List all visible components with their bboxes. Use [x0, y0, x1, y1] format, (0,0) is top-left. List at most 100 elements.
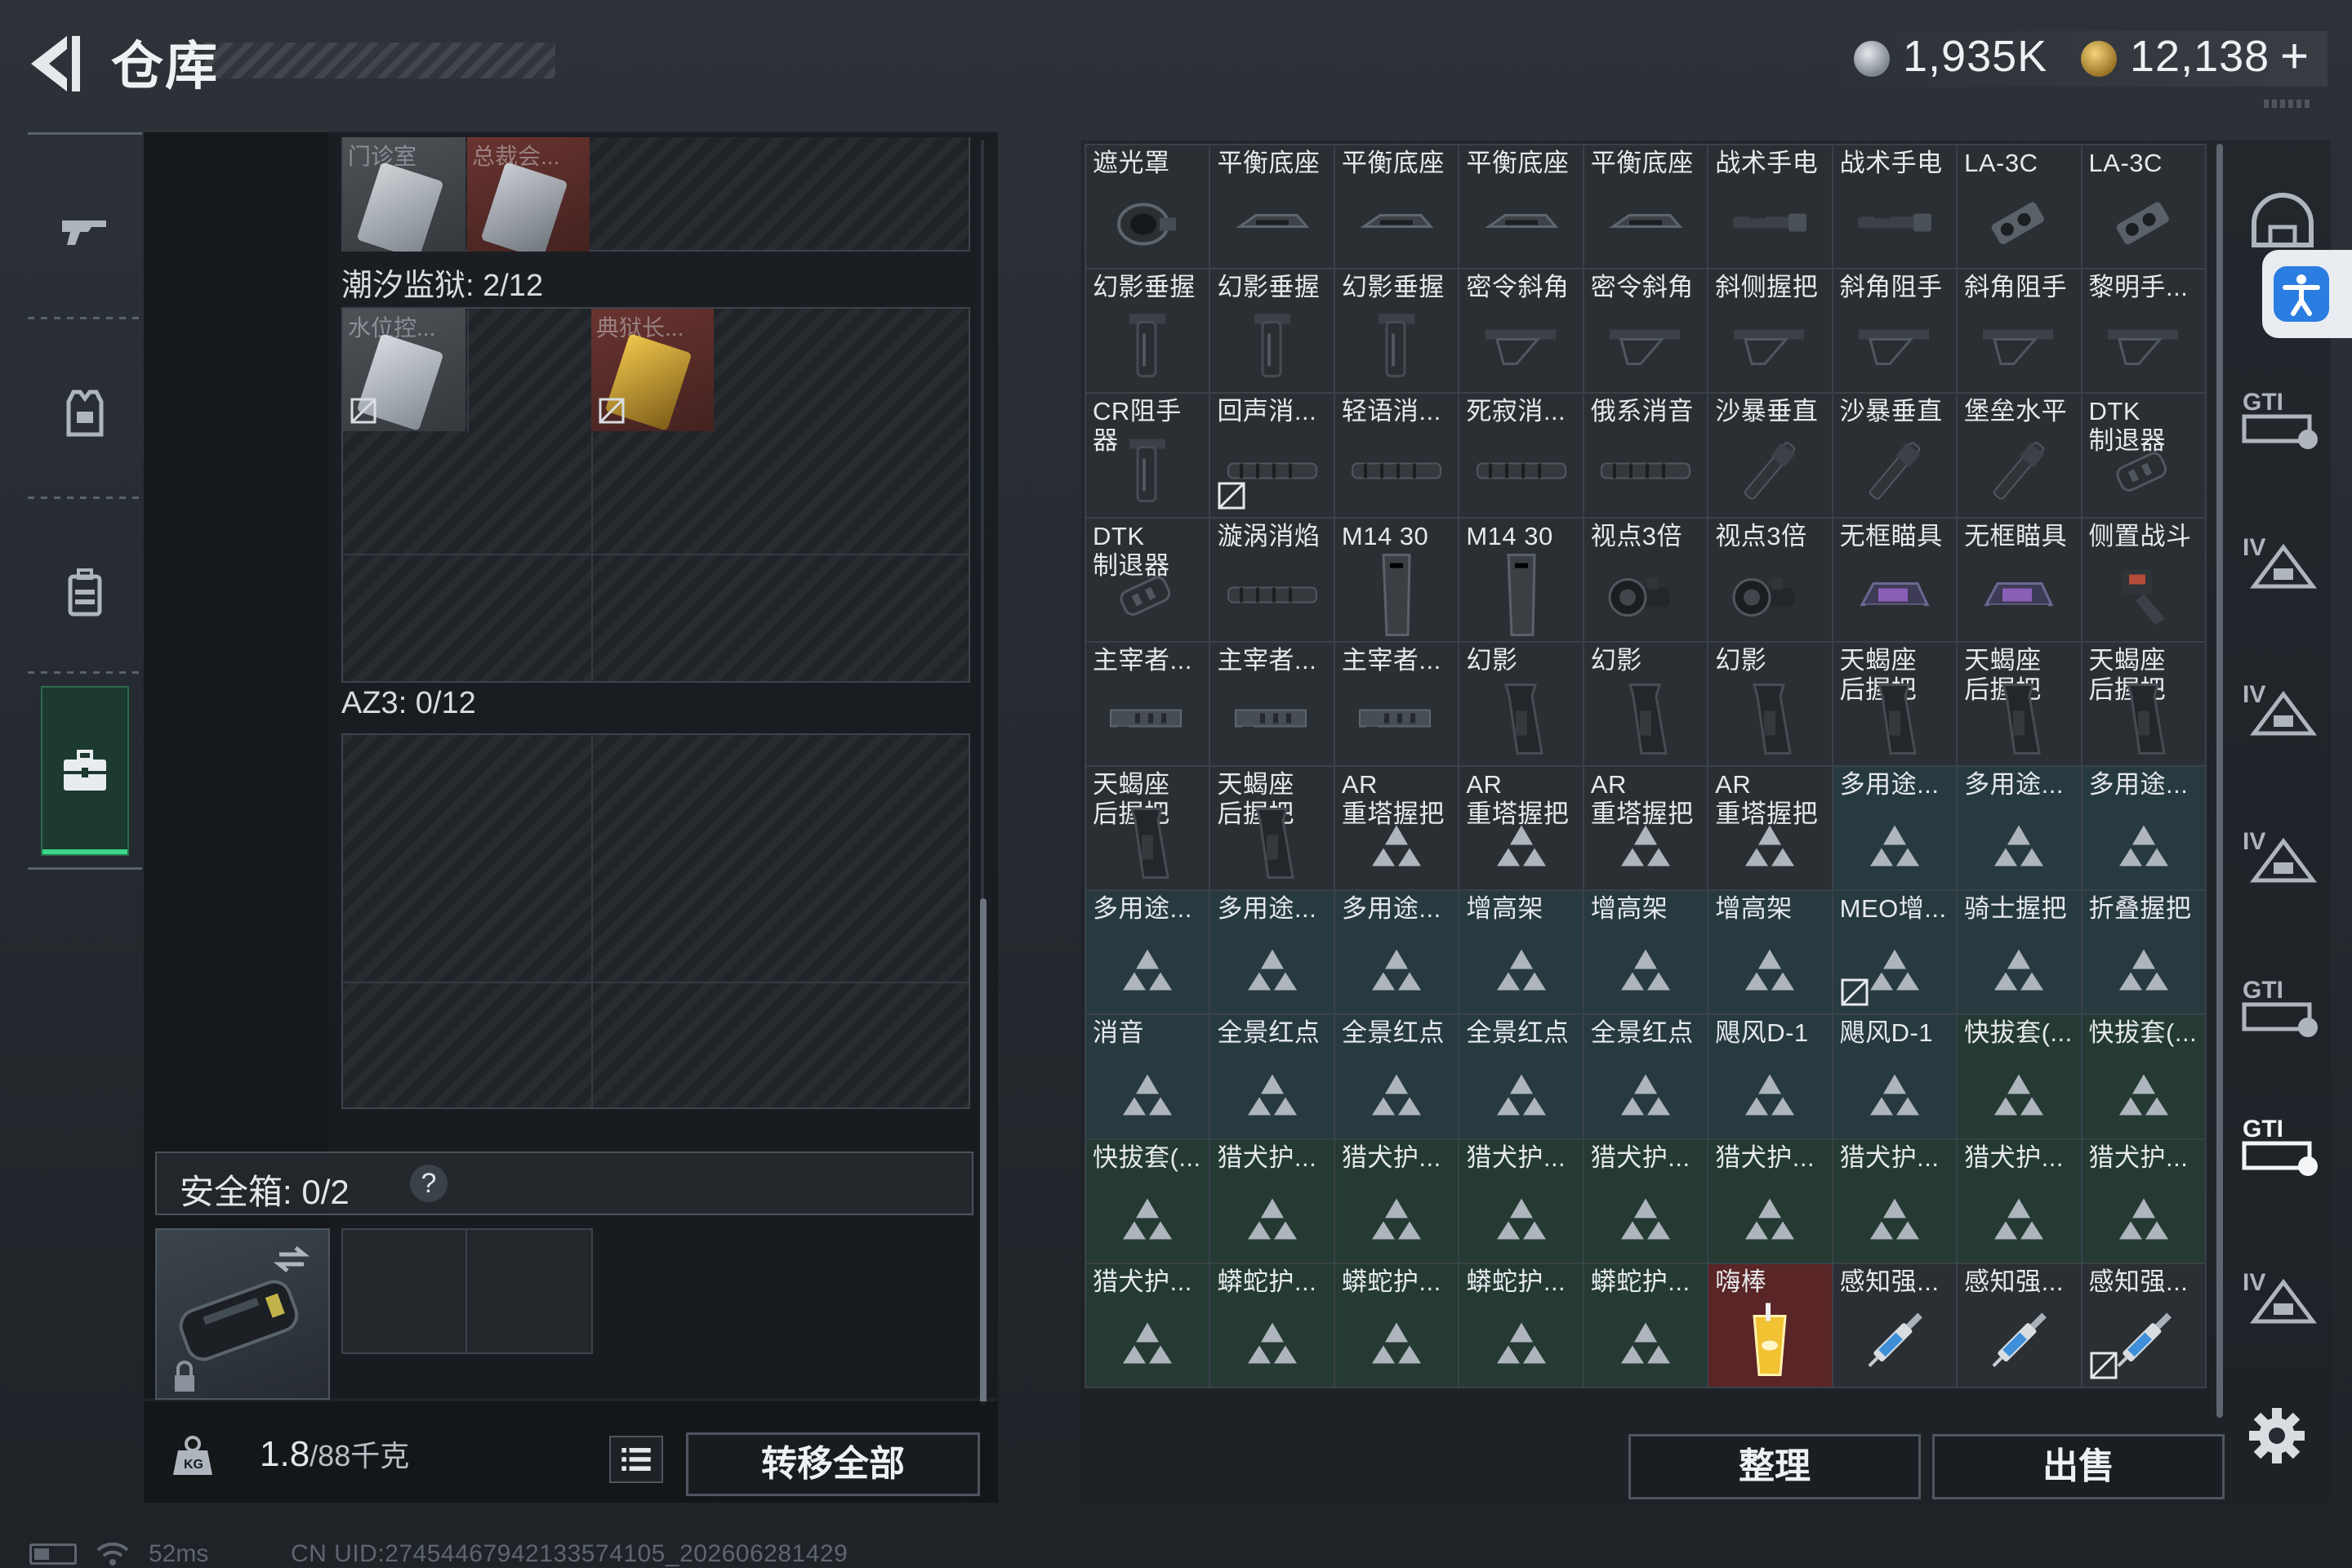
warehouse-item-cell[interactable]: 全景红点: [1334, 1015, 1459, 1138]
safe-box-help-button[interactable]: ?: [410, 1165, 448, 1202]
warehouse-item-cell[interactable]: AR 重塔握把: [1708, 766, 1832, 890]
warehouse-item-cell[interactable]: 全景红点: [1210, 1015, 1334, 1138]
rail-gti-filter-1[interactable]: GTI: [2238, 376, 2328, 457]
warehouse-item-cell[interactable]: 快拔套(...: [1086, 1139, 1209, 1263]
warehouse-item-cell[interactable]: 猎犬护...: [1210, 1139, 1334, 1263]
warehouse-item-cell[interactable]: 轻语消...: [1334, 394, 1459, 517]
warehouse-item-cell[interactable]: 蟒蛇护...: [1584, 1263, 1708, 1387]
warehouse-item-cell[interactable]: 幻影垂握: [1334, 270, 1459, 393]
warehouse-item-cell[interactable]: 平衡底座: [1459, 145, 1583, 269]
warehouse-item-cell[interactable]: 沙暴垂直: [1708, 394, 1832, 517]
warehouse-item-cell[interactable]: 天蝎座 后握把: [1833, 642, 1957, 765]
warehouse-item-cell[interactable]: DTK 制退器: [2082, 394, 2205, 517]
sort-button[interactable]: 整理: [1628, 1434, 1921, 1499]
warehouse-item-cell[interactable]: AR 重塔握把: [1584, 766, 1708, 890]
warehouse-item-cell[interactable]: 视点3倍: [1584, 518, 1708, 641]
list-view-button[interactable]: [609, 1436, 663, 1483]
nav-item-weapons[interactable]: [41, 186, 129, 274]
key-item[interactable]: 典狱长...: [591, 309, 714, 431]
warehouse-item-cell[interactable]: 猎犬护...: [2082, 1139, 2205, 1263]
warehouse-item-cell[interactable]: 沙暴垂直: [1833, 394, 1957, 517]
warehouse-item-cell[interactable]: AR 重塔握把: [1459, 766, 1583, 890]
warehouse-item-cell[interactable]: 斜角阻手: [1833, 270, 1957, 393]
warehouse-item-cell[interactable]: 多用途...: [1334, 891, 1459, 1014]
warehouse-scrollbar[interactable]: [2216, 144, 2223, 1418]
safe-box-slots[interactable]: [341, 1228, 593, 1354]
back-button[interactable]: [24, 31, 90, 96]
warehouse-item-cell[interactable]: 天蝎座 后握把: [1210, 766, 1334, 890]
warehouse-item-cell[interactable]: 猎犬护...: [1708, 1139, 1832, 1263]
key-item[interactable]: 总裁会...: [467, 137, 590, 252]
warehouse-item-cell[interactable]: 幻影: [1584, 642, 1708, 765]
warehouse-item-cell[interactable]: 感知强...: [1958, 1263, 2081, 1387]
rail-iv-filter-4[interactable]: IV: [2238, 1258, 2328, 1339]
warehouse-item-cell[interactable]: 无框瞄具: [1958, 518, 2081, 641]
key-item[interactable]: 水位控...: [343, 309, 466, 431]
warehouse-item-cell[interactable]: 无框瞄具: [1833, 518, 1957, 641]
warehouse-item-cell[interactable]: 猎犬护...: [1584, 1139, 1708, 1263]
warehouse-item-cell[interactable]: 猎犬护...: [1958, 1139, 2081, 1263]
safe-case-item[interactable]: [155, 1228, 330, 1400]
warehouse-item-cell[interactable]: 猎犬护...: [1833, 1139, 1957, 1263]
accessibility-button[interactable]: [2262, 250, 2352, 338]
warehouse-item-cell[interactable]: LA-3C: [2082, 145, 2205, 269]
warehouse-item-cell[interactable]: 天蝎座 后握把: [1086, 766, 1209, 890]
warehouse-item-cell[interactable]: 增高架: [1708, 891, 1832, 1014]
warehouse-item-cell[interactable]: 主宰者...: [1210, 642, 1334, 765]
warehouse-item-cell[interactable]: 快拔套(...: [1958, 1015, 2081, 1138]
nav-item-armor[interactable]: [41, 369, 129, 457]
warehouse-item-cell[interactable]: 骑士握把: [1958, 891, 2081, 1014]
warehouse-item-cell[interactable]: 感知强...: [1833, 1263, 1957, 1387]
warehouse-item-cell[interactable]: 斜角阻手: [1958, 270, 2081, 393]
warehouse-item-cell[interactable]: M14 30`: [1459, 518, 1583, 641]
warehouse-item-cell[interactable]: 多用途...: [1958, 766, 2081, 890]
warehouse-item-cell[interactable]: 密令斜角: [1584, 270, 1708, 393]
sell-button[interactable]: 出售: [1932, 1434, 2225, 1499]
warehouse-item-cell[interactable]: 战术手电: [1833, 145, 1957, 269]
warehouse-item-cell[interactable]: 侧置战斗: [2082, 518, 2205, 641]
warehouse-item-cell[interactable]: 飓风D-1: [1833, 1015, 1957, 1138]
warehouse-item-cell[interactable]: 主宰者...: [1334, 642, 1459, 765]
warehouse-item-cell[interactable]: AR 重塔握把: [1334, 766, 1459, 890]
transfer-all-button[interactable]: 转移全部: [686, 1432, 980, 1496]
warehouse-item-cell[interactable]: 天蝎座 后握把: [1958, 642, 2081, 765]
warehouse-item-cell[interactable]: 回声消...: [1210, 394, 1334, 517]
warehouse-item-cell[interactable]: 黎明手...: [2082, 270, 2205, 393]
warehouse-item-cell[interactable]: 俄系消音: [1584, 394, 1708, 517]
warehouse-item-cell[interactable]: 感知强...: [2082, 1263, 2205, 1387]
settings-button[interactable]: [2247, 1406, 2306, 1465]
rail-iv-filter-3[interactable]: IV: [2238, 817, 2328, 898]
warehouse-item-cell[interactable]: 多用途...: [1086, 891, 1209, 1014]
warehouse-item-cell[interactable]: 飓风D-1: [1708, 1015, 1832, 1138]
warehouse-item-cell[interactable]: 幻影: [1708, 642, 1832, 765]
rail-iv-filter-1[interactable]: IV: [2238, 523, 2328, 604]
rail-gti-filter-2[interactable]: GTI: [2238, 964, 2328, 1045]
warehouse-item-cell[interactable]: M14 30`: [1334, 518, 1459, 641]
warehouse-item-cell[interactable]: MEO增...: [1833, 891, 1957, 1014]
warehouse-item-cell[interactable]: 多用途...: [1833, 766, 1957, 890]
warehouse-item-cell[interactable]: 多用途...: [1210, 891, 1334, 1014]
warehouse-item-cell[interactable]: 快拔套(...: [2082, 1015, 2205, 1138]
warehouse-item-cell[interactable]: 幻影垂握: [1086, 270, 1209, 393]
warehouse-item-cell[interactable]: 主宰者...: [1086, 642, 1209, 765]
warehouse-item-cell[interactable]: 猎犬护...: [1334, 1139, 1459, 1263]
warehouse-item-cell[interactable]: 增高架: [1459, 891, 1583, 1014]
warehouse-item-cell[interactable]: 平衡底座: [1334, 145, 1459, 269]
warehouse-item-cell[interactable]: LA-3C: [1958, 145, 2081, 269]
warehouse-item-cell[interactable]: 漩涡消焰: [1210, 518, 1334, 641]
warehouse-item-cell[interactable]: 猎犬护...: [1459, 1139, 1583, 1263]
keys-scrollbar[interactable]: [980, 898, 987, 1405]
warehouse-item-cell[interactable]: 战术手电: [1708, 145, 1832, 269]
warehouse-item-cell[interactable]: 多用途...: [2082, 766, 2205, 890]
warehouse-item-cell[interactable]: 平衡底座: [1584, 145, 1708, 269]
warehouse-item-cell[interactable]: 增高架: [1584, 891, 1708, 1014]
warehouse-item-cell[interactable]: 遮光罩: [1086, 145, 1209, 269]
warehouse-item-cell[interactable]: 平衡底座: [1210, 145, 1334, 269]
nav-item-backpack[interactable]: [41, 549, 129, 637]
warehouse-item-cell[interactable]: 蟒蛇护...: [1459, 1263, 1583, 1387]
warehouse-item-cell[interactable]: 蟒蛇护...: [1334, 1263, 1459, 1387]
warehouse-item-cell[interactable]: 全景红点: [1584, 1015, 1708, 1138]
warehouse-item-cell[interactable]: 幻影: [1459, 642, 1583, 765]
rail-gti-filter-3[interactable]: GTI: [2238, 1102, 2328, 1184]
warehouse-item-cell[interactable]: 死寂消...: [1459, 394, 1583, 517]
